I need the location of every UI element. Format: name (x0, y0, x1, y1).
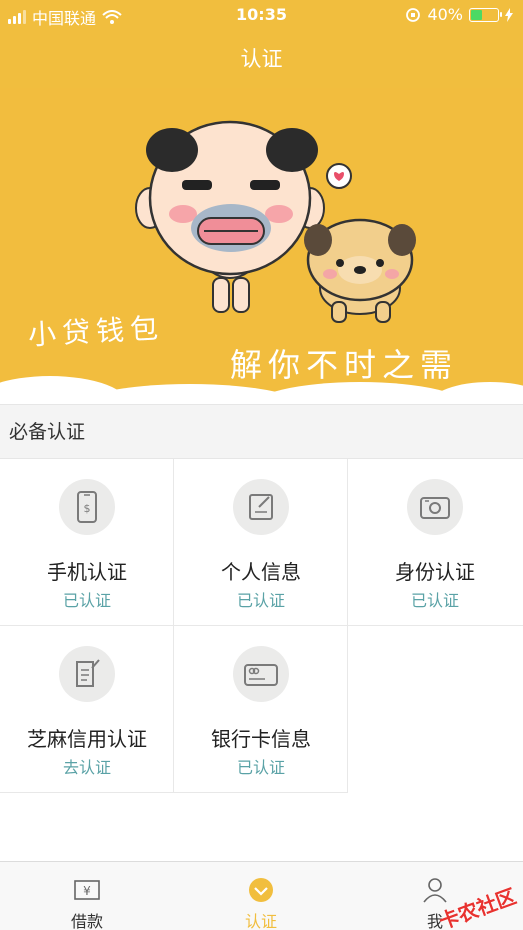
cert-item-title: 身份认证 (395, 560, 475, 584)
cert-item-phone[interactable]: $ 手机认证 已认证 (0, 459, 174, 626)
section-title: 必备认证 (0, 404, 523, 459)
cert-item-title: 个人信息 (221, 560, 301, 584)
verify-check-icon (249, 878, 273, 902)
cert-item-identity[interactable]: 身份认证 已认证 (348, 459, 523, 626)
old-man-cartoon (135, 120, 325, 313)
banner-slogan-line2: 解你不时之需 (230, 346, 459, 384)
document-icon (59, 646, 115, 702)
id-card-icon (407, 479, 463, 535)
tab-verify[interactable]: 认证 (174, 862, 348, 930)
rotation-lock-icon (406, 7, 421, 22)
cert-item-status: 已认证 (236, 591, 285, 610)
status-bar: 中国联通 10:35 40% (0, 0, 523, 30)
cert-item-status: 已认证 (236, 758, 285, 777)
cert-item-title: 银行卡信息 (211, 727, 311, 751)
cert-item-sesame-credit[interactable]: 芝麻信用认证 去认证 (0, 626, 174, 793)
cert-item-bank-card[interactable]: 银行卡信息 已认证 (174, 626, 348, 793)
cert-item-personal-info[interactable]: 个人信息 已认证 (174, 459, 348, 626)
svg-text:$: $ (84, 502, 91, 515)
svg-text:¥: ¥ (83, 884, 91, 898)
app-screen: 中国联通 10:35 40% 认证 小贷钱包 解你不时之需 必备认证 $ 手机认… (0, 0, 523, 930)
tab-label: 认证 (244, 912, 277, 930)
profile-edit-icon (233, 479, 289, 535)
dog-cartoon (304, 218, 416, 323)
cert-item-title: 手机认证 (47, 560, 127, 584)
cert-item-status: 已认证 (410, 591, 459, 610)
promo-banner: 小贷钱包 解你不时之需 (0, 88, 523, 404)
heart-bubble-icon (326, 163, 352, 189)
cert-item-title: 芝麻信用认证 (27, 727, 147, 751)
cert-item-status: 已认证 (62, 591, 111, 610)
battery-percent: 40% (427, 5, 463, 24)
loan-icon: ¥ (74, 880, 100, 900)
bank-card-icon (233, 646, 289, 702)
charging-bolt-icon (505, 7, 513, 22)
tab-label: 借款 (70, 912, 103, 930)
nav-title: 认证 (0, 30, 523, 88)
user-icon (423, 878, 447, 903)
battery-icon (469, 7, 502, 22)
battery-fill (471, 9, 483, 20)
phone-icon: $ (59, 479, 115, 535)
cert-item-status: 去认证 (62, 758, 111, 777)
tab-loan[interactable]: ¥ 借款 (0, 862, 174, 930)
banner-slogan-line1: 小贷钱包 (27, 311, 165, 352)
